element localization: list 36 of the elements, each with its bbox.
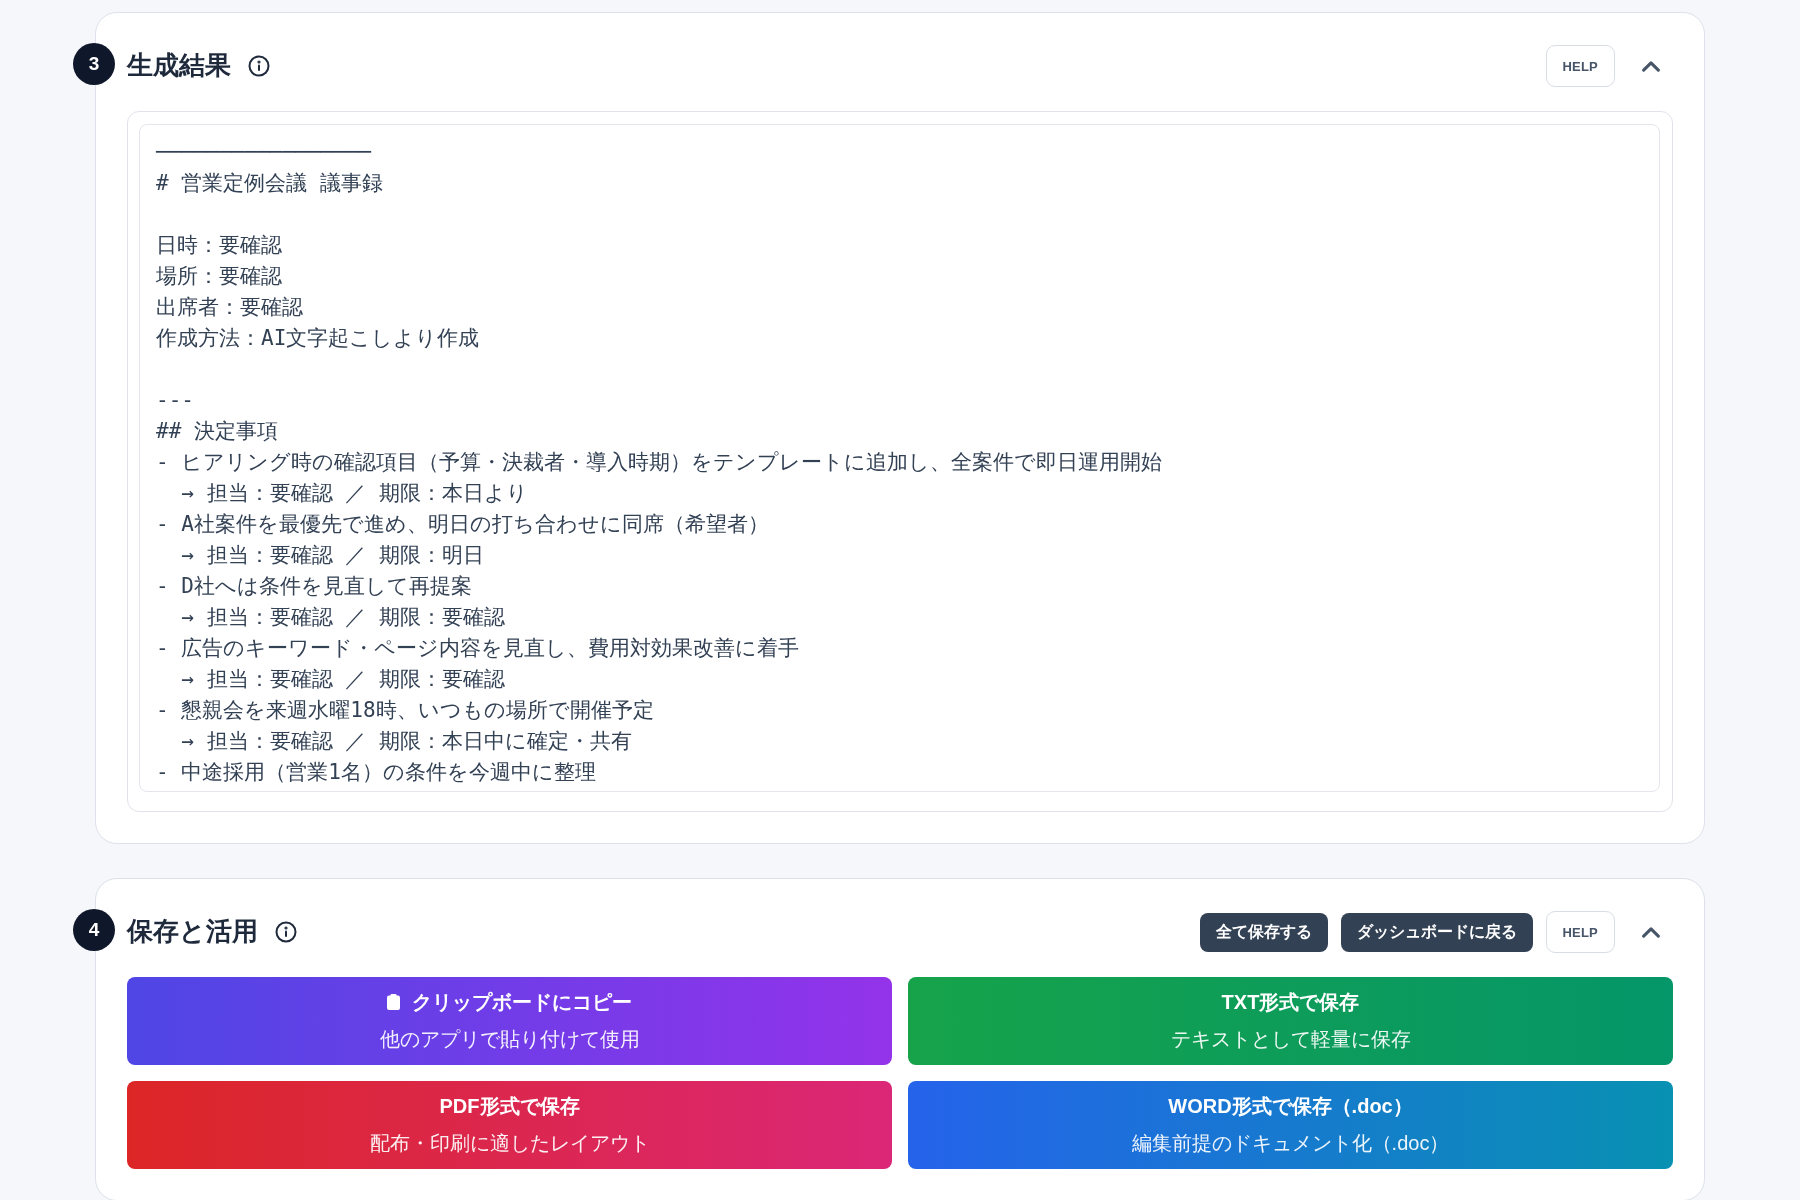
text-line: - 懇親会を来週水曜18時、いつもの場所で開催予定 bbox=[156, 697, 654, 724]
text-line: - 広告のキーワード・ページ内容を見直し、費用対効果改善に着手 bbox=[156, 635, 800, 662]
text-line: --- bbox=[156, 387, 194, 414]
text-line: 日時：要確認 bbox=[156, 232, 282, 259]
save-option-button[interactable]: クリップボードにコピー 他のアプリで貼り付けて使用 bbox=[127, 977, 892, 1065]
text-line: - D社へは条件を見直して再提案 bbox=[156, 573, 472, 600]
text-line: → 担当：要確認 ／ 期限：要確認 bbox=[180, 666, 505, 693]
help-button[interactable]: HELP bbox=[1545, 45, 1615, 87]
text-line: - A社案件を最優先で進め、明日の打ち合わせに同席（希望者） bbox=[156, 511, 769, 538]
text-line: - 中途採用（営業1名）の条件を今週中に整理 bbox=[156, 759, 596, 786]
text-line: 作成方法：AI文字起こしより作成 bbox=[156, 325, 480, 352]
save-option-button[interactable]: TXT形式で保存 テキストとして軽量に保存 bbox=[908, 977, 1673, 1065]
text-line: # 営業定例会議 議事録 bbox=[156, 170, 383, 197]
chevron-up-icon[interactable] bbox=[1640, 926, 1661, 938]
step-number: 3 bbox=[73, 43, 115, 85]
info-icon[interactable] bbox=[275, 921, 297, 943]
text-line: → 担当：要確認 ／ 期限：本日中に確定・共有 bbox=[180, 728, 632, 755]
clipboard-icon bbox=[387, 994, 400, 1010]
help-button[interactable]: HELP bbox=[1545, 911, 1615, 953]
chevron-up-icon[interactable] bbox=[1640, 60, 1661, 72]
text-line: ## 決定事項 bbox=[156, 418, 278, 445]
text-line: - ヒアリング時の確認項目（予算・決裁者・導入時期）をテンプレートに追加し、全案件で即日運用開始 bbox=[156, 449, 1163, 476]
text-line: 出席者：要確認 bbox=[156, 294, 303, 321]
text-line: → 担当：要確認 ／ 期限：明日 bbox=[180, 542, 484, 569]
info-icon[interactable] bbox=[248, 55, 270, 77]
save-option-button[interactable]: PDF形式で保存 配布・印刷に適したレイアウト bbox=[127, 1081, 892, 1169]
section-title: 生成結果 bbox=[127, 50, 231, 82]
section-title: 保存と活用 bbox=[127, 916, 258, 948]
header-action-button[interactable]: ダッシュボードに戻る bbox=[1340, 912, 1533, 952]
text-line: → 担当：要確認 ／ 期限：本日より bbox=[180, 480, 528, 507]
save-option-button[interactable]: WORD形式で保存（.doc） 編集前提のドキュメント化（.doc） bbox=[908, 1081, 1673, 1169]
step-number: 4 bbox=[73, 909, 115, 951]
text-line: 場所：要確認 bbox=[156, 263, 282, 290]
header-action-button[interactable]: 全て保存する bbox=[1199, 912, 1328, 952]
text-line: ───────────────── bbox=[156, 139, 371, 166]
text-line: → 担当：要確認 ／ 期限：要確認 bbox=[180, 604, 505, 631]
